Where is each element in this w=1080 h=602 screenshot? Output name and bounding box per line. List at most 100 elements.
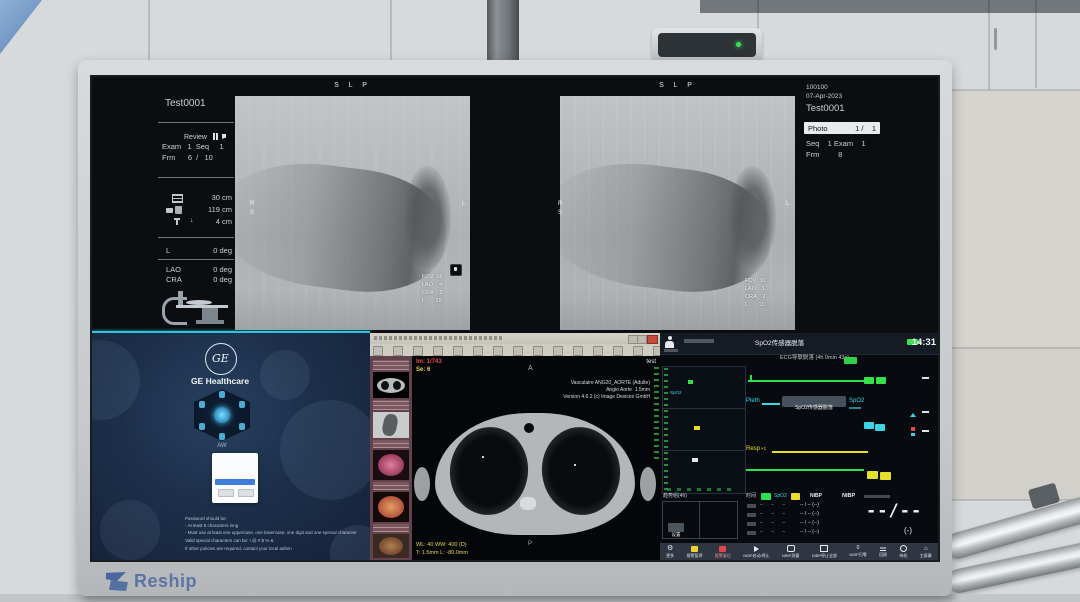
cabinet-seam	[988, 0, 990, 90]
tool-icon[interactable]	[633, 346, 643, 356]
edge-marker-r: R	[558, 201, 562, 207]
ct-thumbnail-3d[interactable]	[373, 534, 409, 558]
tool-icon[interactable]	[433, 346, 443, 356]
nibp-zero-button[interactable]: 0NIBP归零	[849, 546, 866, 557]
table-row-value: -- / -- (--)	[800, 521, 819, 526]
tool-icon[interactable]	[613, 346, 623, 356]
detector-icon	[172, 194, 183, 203]
dialog-banner	[215, 479, 255, 485]
ct-thumbnail-3d[interactable]	[373, 450, 409, 480]
nibp-stop-all-button[interactable]: NIBP停止全部	[812, 545, 837, 558]
table-row-value: -- / -- (--)	[800, 512, 819, 517]
trend-panel	[662, 366, 746, 410]
cabinet-seam	[952, 347, 1080, 349]
orientation-a: A	[528, 365, 533, 372]
close-button[interactable]: ×	[647, 335, 658, 344]
frame-row: Frm 8	[806, 151, 842, 159]
tool-icon[interactable]	[473, 346, 483, 356]
nibp-sub-text	[864, 495, 890, 498]
tool-icon[interactable]	[413, 346, 423, 356]
fov-overlay-row: LAO 1	[745, 287, 765, 293]
frame-row: Frm 6 / 10	[162, 154, 213, 162]
ceiling-pole	[487, 0, 519, 64]
alarm-limit-marker	[910, 413, 916, 417]
standby-button[interactable]: 待机	[899, 545, 907, 558]
table-row-label	[747, 513, 756, 517]
fov-overlay-row: CRA 2	[422, 291, 442, 297]
home-button[interactable]: ⌂主屏幕	[920, 546, 932, 558]
monitor-button-bar: ⚙更多 报警暂停 报警复位 NIBP启动/停止 NIBP测量 NIBP停止全部 …	[660, 543, 938, 560]
dialog-ok-button[interactable]	[218, 489, 234, 497]
resp-wave	[772, 451, 868, 453]
patient-id: Test0001	[165, 99, 206, 109]
tool-icon[interactable]	[573, 346, 583, 356]
patient-type-text	[664, 349, 678, 352]
tool-icon[interactable]	[533, 346, 543, 356]
slp-marker: S L P	[235, 82, 470, 89]
ct-thumbnail-3d[interactable]	[373, 492, 409, 522]
titlebar-text	[374, 336, 504, 340]
divider	[158, 122, 234, 123]
dialog-cancel-button[interactable]	[238, 489, 254, 497]
alarm-pause-icon	[691, 546, 698, 552]
more-button[interactable]: ⚙更多	[666, 545, 674, 558]
cyan-marker	[911, 433, 915, 436]
spo2-label: SpO2	[849, 398, 864, 404]
right-cabinet-panel	[952, 348, 1080, 500]
photo-mode-value: 1 / 1	[832, 125, 876, 133]
study-date: 07-Apr-2023	[806, 94, 842, 101]
pause-icon	[213, 133, 220, 140]
ct-main-view: Im: 1/743 Se: 6 test A Vasculaire ANG20_…	[412, 356, 660, 560]
maximize-button[interactable]	[637, 335, 647, 344]
nibp-stop-icon	[820, 545, 828, 552]
trend-dot-bp	[692, 458, 698, 462]
lao-value: 0 deg	[188, 266, 232, 274]
password-rule-line: - At least 8 characters long	[185, 524, 238, 529]
ct-thumbnail[interactable]	[373, 372, 409, 398]
red-marker	[911, 427, 915, 431]
tool-icon[interactable]	[453, 346, 463, 356]
camera-face	[658, 33, 756, 57]
table-row-label	[747, 504, 756, 508]
alarm-pause-button[interactable]: 报警暂停	[687, 546, 703, 558]
table-row-dashes: – – –	[760, 512, 785, 517]
patient-id: Test0001	[806, 104, 845, 114]
trend-box-label: 趋势组(4h)	[663, 494, 687, 499]
cabinet-seam	[952, 499, 1080, 501]
trend-spo2-label: SpO2	[670, 391, 682, 396]
settings-button[interactable]: 设置	[668, 523, 684, 532]
table-row-dashes: – – –	[760, 521, 785, 526]
ecg-wave	[748, 380, 868, 382]
pleth-label: Pleth	[746, 398, 760, 404]
ct-titlebar: ×	[370, 333, 660, 344]
divider	[158, 177, 234, 178]
tool-icon[interactable]	[373, 346, 383, 356]
tool-icon[interactable]	[553, 346, 563, 356]
elevation-icon	[172, 218, 182, 225]
standby-icon	[900, 545, 907, 552]
review-button[interactable]: 回顾	[879, 546, 887, 557]
alarm-reset-icon	[719, 546, 726, 552]
home-icon: ⌂	[924, 546, 928, 552]
divider	[158, 237, 234, 238]
nibp-measure-button[interactable]: NIBP测量	[782, 545, 799, 558]
review-mode-label: Review	[184, 134, 207, 141]
table-header-time: 时间	[746, 494, 756, 499]
trend-axis	[664, 368, 668, 406]
alarm-message: SpO2传感器脱落	[755, 341, 804, 348]
tool-icon[interactable]	[513, 346, 523, 356]
series-label	[373, 400, 409, 410]
alarm-reset-button[interactable]: 报警复位	[715, 546, 731, 558]
cabinet-seam	[390, 0, 392, 62]
elevation-value: 4 cm	[188, 218, 232, 226]
tool-icon[interactable]	[593, 346, 603, 356]
nibp-start-stop-button[interactable]: NIBP启动/停止	[743, 546, 769, 558]
ct-thumbnail[interactable]	[373, 412, 409, 438]
tool-icon[interactable]	[493, 346, 503, 356]
nibp-aux-block	[867, 471, 878, 479]
exam-seq-row: Exam 1 Seq 1	[162, 143, 224, 151]
study-id: 100100	[806, 85, 828, 92]
tool-icon[interactable]	[393, 346, 403, 356]
wave-alarm-text: SpO2传感器脱落	[795, 405, 833, 411]
edge-marker-l: L	[786, 201, 789, 207]
